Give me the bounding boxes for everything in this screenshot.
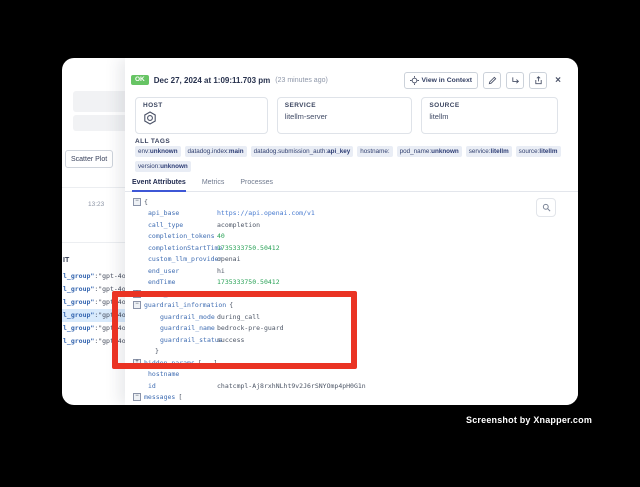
json-row-hidden-params: + hidden_params [...] bbox=[133, 357, 366, 369]
tag-chip[interactable]: service:litellm bbox=[466, 146, 512, 157]
json-row-error-information: + error_information [...] bbox=[133, 288, 366, 300]
list-item[interactable]: l_group":"gpt-4o bbox=[62, 270, 125, 283]
source-card[interactable]: SOURCE litellm bbox=[421, 97, 558, 134]
json-row-completion-start-time: completionStartTime 1735333750.50412 bbox=[133, 242, 366, 254]
time-axis-tick: 13:23 bbox=[88, 201, 104, 208]
json-row-root: − { bbox=[133, 196, 366, 208]
view-in-context-button[interactable]: View in Context bbox=[404, 72, 478, 89]
watermark-text: Screenshot by Xnapper.com bbox=[466, 415, 592, 425]
trace-button[interactable] bbox=[506, 72, 524, 89]
json-row-guardrail-name: guardrail_name bedrock-pre-guard bbox=[133, 323, 366, 335]
share-button[interactable] bbox=[529, 72, 547, 89]
search-icon bbox=[542, 203, 551, 212]
json-row-end-user: end_user hi bbox=[133, 265, 366, 277]
info-cards: HOST SERVICE litellm-server SOURCE litel… bbox=[135, 97, 558, 134]
panel-header: OK Dec 27, 2024 at 1:09:11.703 pm (23 mi… bbox=[131, 71, 564, 89]
tab-event-attributes[interactable]: Event Attributes bbox=[132, 174, 186, 192]
target-icon bbox=[410, 76, 419, 85]
list-item[interactable]: l_group":"gpt-4o bbox=[62, 335, 125, 348]
host-card[interactable]: HOST bbox=[135, 97, 268, 134]
search-button[interactable] bbox=[536, 198, 556, 217]
share-icon bbox=[534, 76, 543, 85]
json-row-messages: − messages [ bbox=[133, 392, 366, 404]
list-item[interactable]: l_group":"gpt-4o bbox=[62, 283, 125, 296]
collapse-icon[interactable]: − bbox=[133, 198, 141, 206]
tab-metrics[interactable]: Metrics bbox=[202, 174, 225, 192]
divider bbox=[62, 187, 125, 188]
tag-chip[interactable]: datadog.submission_auth:api_key bbox=[251, 146, 354, 157]
json-row-guardrail-information: − guardrail_information { bbox=[133, 300, 366, 312]
event-detail-panel: OK Dec 27, 2024 at 1:09:11.703 pm (23 mi… bbox=[125, 58, 578, 405]
status-badge: OK bbox=[131, 75, 149, 86]
expand-icon[interactable]: + bbox=[133, 290, 141, 298]
json-row-custom-llm-provider: custom_llm_provider openai bbox=[133, 254, 366, 266]
tab-bar: Event Attributes Metrics Processes bbox=[125, 174, 578, 192]
expand-icon[interactable]: + bbox=[133, 359, 141, 367]
divider bbox=[62, 242, 125, 243]
json-row-close-brace: } bbox=[133, 346, 366, 358]
edit-button[interactable] bbox=[483, 72, 501, 89]
pencil-icon bbox=[488, 76, 497, 85]
all-tags-label: ALL TAGS bbox=[135, 138, 170, 145]
tag-chip[interactable]: datadog.index:main bbox=[185, 146, 247, 157]
tag-chip[interactable]: source:litellm bbox=[516, 146, 561, 157]
bent-arrow-icon bbox=[511, 76, 520, 85]
list-item[interactable]: l_group":"gpt-4o bbox=[62, 322, 125, 335]
list-item[interactable]: l_group":"gpt-4o bbox=[62, 296, 125, 309]
screenshot-stage: Scatter Plot 13:23 IT l_group":"gpt-4o l… bbox=[0, 0, 640, 487]
json-attribute-tree: − { api_base https://api.openai.com/v1 c… bbox=[133, 196, 366, 403]
list-item-selected[interactable]: l_group":"gpt-4o bbox=[62, 309, 125, 322]
tag-chip[interactable]: env:unknown bbox=[135, 146, 181, 157]
app-window: Scatter Plot 13:23 IT l_group":"gpt-4o l… bbox=[62, 58, 578, 405]
background-skeleton-row bbox=[73, 115, 125, 131]
relative-time: (23 minutes ago) bbox=[275, 77, 328, 84]
service-card[interactable]: SERVICE litellm-server bbox=[277, 97, 413, 134]
json-row-guardrail-status: guardrail_status success bbox=[133, 334, 366, 346]
tab-processes[interactable]: Processes bbox=[240, 174, 273, 192]
json-row-id: id chatcmpl-Aj8rxhNLht9v2J6rSNYOmp4pH0G1… bbox=[133, 380, 366, 392]
tag-chip[interactable]: hostname: bbox=[357, 146, 392, 157]
json-row-guardrail-mode: guardrail_mode during_call bbox=[133, 311, 366, 323]
background-skeleton-row bbox=[73, 91, 125, 112]
json-row-hostname: hostname bbox=[133, 369, 366, 381]
close-button[interactable]: × bbox=[552, 73, 564, 88]
table-header-partial: IT bbox=[63, 257, 69, 264]
json-row-completion-tokens: completion_tokens 40 bbox=[133, 231, 366, 243]
api-base-link[interactable]: https://api.openai.com/v1 bbox=[217, 209, 315, 217]
tag-chip[interactable]: version:unknown bbox=[135, 161, 191, 172]
collapse-icon[interactable]: − bbox=[133, 301, 141, 309]
tag-list: env:unknown datadog.index:main datadog.s… bbox=[135, 146, 571, 172]
host-hexagon-icon bbox=[143, 111, 260, 125]
tag-chip[interactable]: pod_name:unknown bbox=[397, 146, 462, 157]
group-row-list: l_group":"gpt-4o l_group":"gpt-4o l_grou… bbox=[62, 270, 125, 349]
view-in-context-label: View in Context bbox=[422, 77, 472, 84]
scatter-plot-button[interactable]: Scatter Plot bbox=[65, 150, 113, 168]
json-row-api-base: api_base https://api.openai.com/v1 bbox=[133, 208, 366, 220]
event-timestamp: Dec 27, 2024 at 1:09:11.703 pm bbox=[154, 76, 271, 85]
json-row-end-time: endTime 1735333750.50412 bbox=[133, 277, 366, 289]
collapse-icon[interactable]: − bbox=[133, 393, 141, 401]
json-row-call-type: call_type acompletion bbox=[133, 219, 366, 231]
